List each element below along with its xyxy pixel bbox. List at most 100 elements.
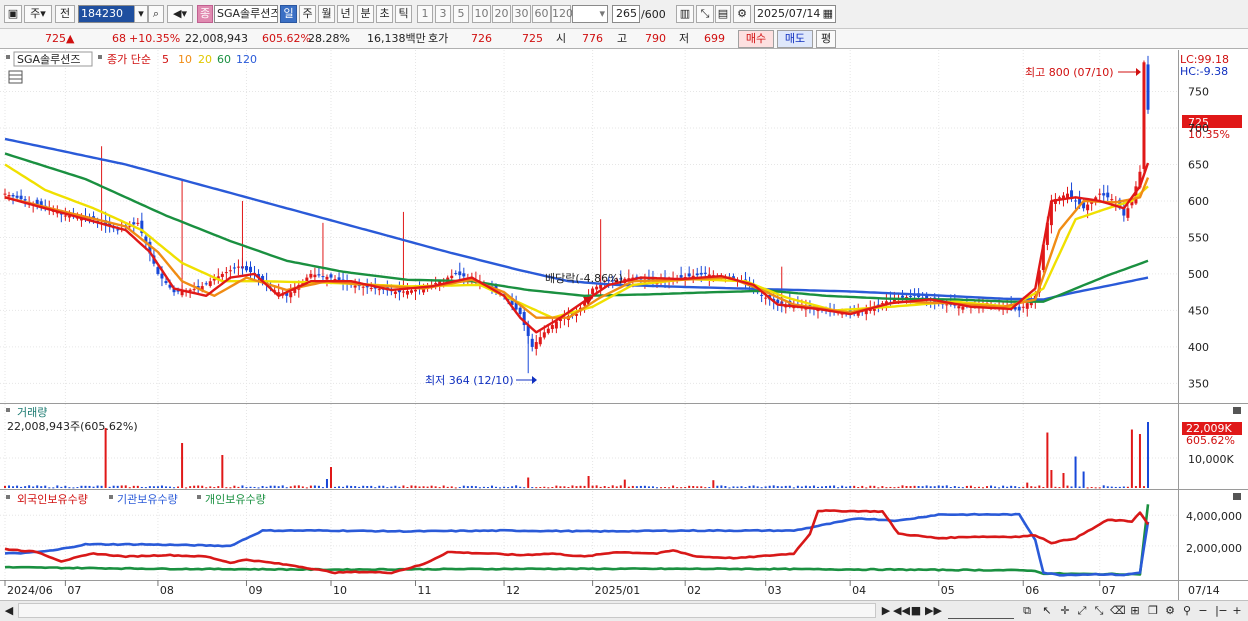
candle-body — [409, 290, 413, 293]
draw-tool-icon[interactable]: ⤡ — [696, 5, 714, 23]
candle-style-icon[interactable]: ▥ — [676, 5, 694, 23]
volume-bar — [442, 485, 445, 488]
volume-bar — [933, 486, 936, 488]
search-icon[interactable]: ⌕ — [148, 5, 164, 23]
low-annotation: 최저 364 (12/10) — [425, 374, 514, 387]
interval-3[interactable]: 3 — [435, 5, 451, 23]
period-year[interactable]: 년 — [337, 5, 354, 23]
volume-bar — [981, 487, 984, 489]
candle-body — [450, 275, 454, 279]
crosshair-icon[interactable]: ✛ — [1058, 603, 1072, 618]
volume-bar — [1094, 487, 1097, 489]
scroll-track[interactable] — [18, 603, 876, 618]
copy-icon[interactable]: ❐ — [1146, 603, 1160, 618]
layout-icon[interactable]: ▣ — [4, 5, 22, 23]
volume-bar — [64, 485, 67, 488]
market-select[interactable]: 주▾ — [24, 5, 52, 23]
scroll-left-icon[interactable]: ◀ — [3, 603, 15, 618]
panel-close-icon[interactable] — [1233, 493, 1241, 500]
period-minute[interactable]: 분 — [357, 5, 374, 23]
stop-icon[interactable]: ■ — [910, 603, 922, 618]
volume-bar — [334, 486, 337, 488]
volume-y-axis: 22,009K 605.62% 10,000K — [1182, 422, 1242, 466]
table-icon[interactable] — [8, 70, 23, 84]
magnifier-icon[interactable]: ⚲ — [1180, 603, 1194, 618]
volume-bar — [853, 485, 856, 488]
code-dropdown-icon[interactable]: ▾ — [134, 5, 148, 23]
candle-body — [462, 273, 466, 277]
volume-bar — [804, 485, 807, 488]
play-icon[interactable]: ▶ — [880, 603, 892, 618]
erase-icon[interactable]: ⌫ — [1110, 603, 1126, 618]
custom-interval-select[interactable]: ▾ — [572, 5, 608, 23]
stock-chart[interactable]: SGA솔루션즈 종가 단순 5 10 20 60 120 최고 800 (07/… — [0, 50, 1248, 600]
period-day[interactable]: 일 — [280, 5, 297, 23]
volume-bar — [1110, 486, 1113, 488]
interval-10[interactable]: 10 — [472, 5, 491, 23]
x-tick-label: 07 — [67, 584, 81, 597]
zoom-in-icon[interactable]: + — [1230, 603, 1244, 618]
chart-scrollbar[interactable]: ◀ ▶ ◀◀ ■ ▶▶ ⧉ ↖ ✛ ⤢ ⤡ ⌫ ⊞ ❐ ⚙ ⚲ − | − + — [0, 600, 1248, 621]
trend-icon[interactable]: ⤡ — [1092, 603, 1106, 618]
interval-30[interactable]: 30 — [512, 5, 531, 23]
period-month[interactable]: 월 — [318, 5, 335, 23]
high-label: 고 — [617, 32, 628, 45]
interval-120[interactable]: 120 — [551, 5, 573, 23]
candle-body — [224, 272, 228, 274]
count-input[interactable]: 265 — [612, 5, 640, 23]
candle-body — [595, 286, 599, 290]
volume-bar — [1054, 486, 1057, 488]
candle-body — [361, 286, 365, 288]
volume-bar — [229, 487, 232, 489]
volume-bar — [788, 485, 791, 488]
legend-ma20: 20 — [198, 53, 212, 66]
volume-bar — [450, 486, 453, 488]
volume-bar — [913, 485, 916, 488]
speaker-icon[interactable]: ◀▾ — [167, 5, 193, 23]
volume-bar — [957, 486, 960, 488]
legend-ma5: 5 — [162, 53, 169, 66]
date-input[interactable]: 2025/07/14 ▦ — [754, 5, 836, 23]
zoom-out-icon[interactable]: − — [1197, 603, 1209, 618]
gear-icon[interactable]: ⚙ — [733, 5, 751, 23]
volume-tick-label: 10,000K — [1188, 453, 1234, 466]
eval-button[interactable]: 평 — [816, 30, 836, 48]
legend-square-icon — [6, 55, 10, 59]
interval-60[interactable]: 60 — [532, 5, 551, 23]
period-second[interactable]: 초 — [376, 5, 393, 23]
sell-button[interactable]: 매도 — [777, 30, 813, 48]
interval-1[interactable]: 1 — [417, 5, 433, 23]
period-week[interactable]: 주 — [299, 5, 316, 23]
prev-button[interactable]: 전 — [55, 5, 75, 23]
volume-bar — [680, 487, 683, 489]
buy-button[interactable]: 매수 — [738, 30, 774, 48]
panel-close-icon[interactable] — [1233, 407, 1241, 414]
pinned-badge[interactable]: 종 — [197, 5, 213, 23]
settings-icon[interactable]: ⚙ — [1163, 603, 1177, 618]
grid-icon[interactable]: ⊞ — [1128, 603, 1142, 618]
volume-bar — [607, 486, 610, 488]
volume-bar — [104, 428, 107, 488]
candle-body — [313, 274, 317, 278]
volume-bar — [812, 485, 815, 488]
volume-bar — [156, 486, 159, 488]
volume-bar — [410, 485, 413, 488]
volume-bar — [418, 486, 421, 488]
stock-name-field[interactable]: SGA솔루션즈 — [214, 5, 278, 23]
code-input[interactable]: 184230 — [78, 5, 136, 23]
interval-5[interactable]: 5 — [453, 5, 469, 23]
interval-20[interactable]: 20 — [492, 5, 511, 23]
candle-body — [703, 272, 707, 274]
rewind-icon[interactable]: ◀◀ — [893, 603, 910, 618]
cursor-icon[interactable]: ↖ — [1040, 603, 1054, 618]
fast-forward-icon[interactable]: ▶▶ — [925, 603, 942, 618]
volume-bar — [688, 485, 691, 488]
period-tick[interactable]: 틱 — [395, 5, 412, 23]
save-icon[interactable]: ▤ — [715, 5, 731, 23]
calendar-icon[interactable]: ▦ — [823, 6, 833, 22]
zoom-slider[interactable] — [948, 603, 1014, 619]
chart-tool-icon[interactable]: ⧉ — [1020, 603, 1034, 618]
zoom-out-icon[interactable]: − — [1217, 603, 1229, 618]
volume-bar — [164, 486, 167, 488]
trend-icon[interactable]: ⤢ — [1075, 603, 1089, 618]
